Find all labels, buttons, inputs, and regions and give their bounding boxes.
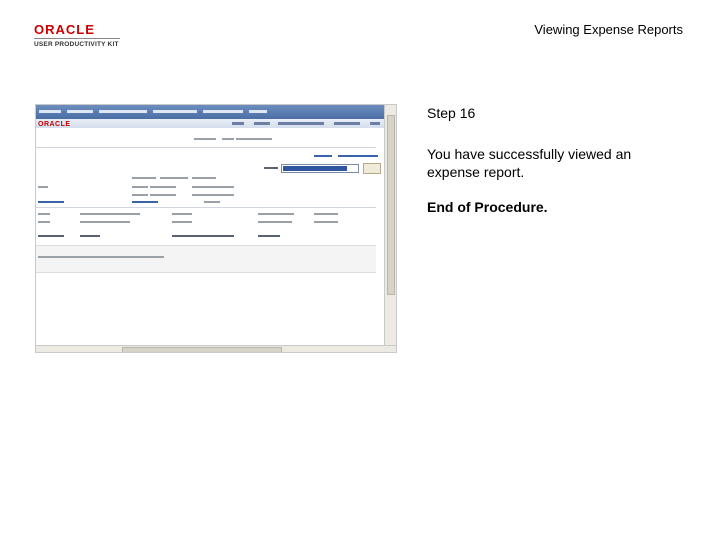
go-button [363, 163, 381, 174]
horizontal-scrollbar [36, 345, 396, 352]
step-narrative: Step 16 You have successfully viewed an … [427, 105, 687, 215]
logo-divider [34, 38, 120, 39]
step-heading: Step 16 [427, 105, 476, 121]
end-of-procedure: End of Procedure. [427, 199, 548, 215]
breadcrumb [39, 108, 273, 116]
app-global-links [36, 119, 384, 128]
step-description: You have successfully viewed an expense … [427, 146, 632, 180]
page-title: Viewing Expense Reports [534, 22, 683, 37]
app-oracle-logo: ORACLE [38, 121, 71, 128]
oracle-wordmark: ORACLE [34, 22, 95, 37]
actions-select [281, 164, 359, 173]
app-navigation-bar [36, 105, 384, 119]
upk-subtitle: USER PRODUCTIVITY KIT [34, 41, 119, 48]
comments-panel [36, 245, 376, 273]
application-screenshot: ORACLE [35, 104, 397, 353]
oracle-upk-logo: ORACLE USER PRODUCTIVITY KIT [34, 22, 134, 48]
vertical-scrollbar [384, 105, 396, 345]
